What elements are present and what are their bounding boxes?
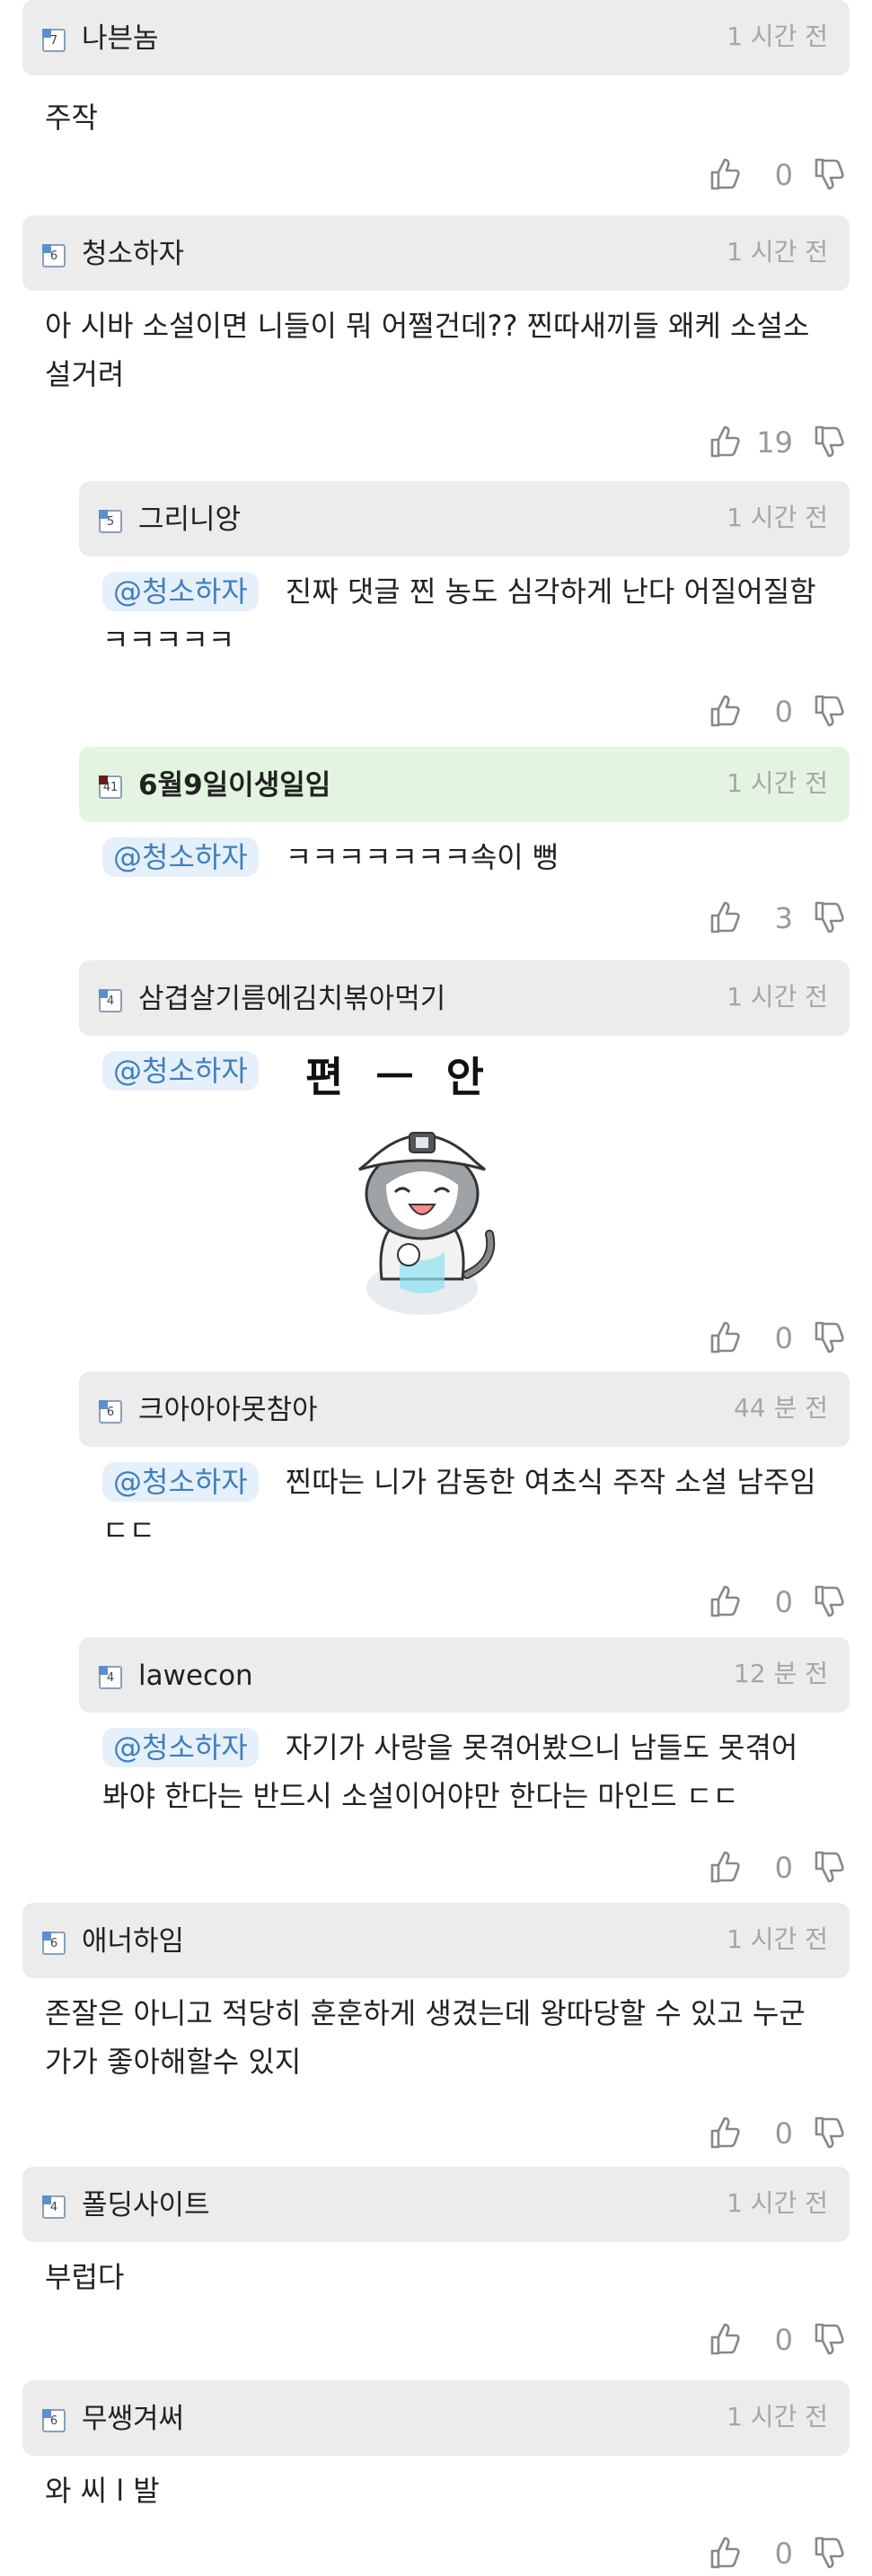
comment-text: 아 시바 소설이면 니들이 뭐 어쩔건데?? 찐따새끼들 왜케 소설소 설거려: [45, 309, 810, 391]
comment-header: 6 무쌩겨써 1 시간 전: [22, 2380, 850, 2456]
comment-header-highlighted: 41 6월9일이생일임 1 시간 전: [79, 747, 850, 822]
vote-bar: 0: [701, 1849, 845, 1887]
like-count: 0: [774, 2537, 793, 2571]
vote-bar: 0: [701, 1583, 845, 1621]
level-badge-icon: 7: [42, 29, 66, 52]
like-count: 0: [774, 1585, 793, 1619]
like-count: 0: [774, 2116, 793, 2151]
timestamp: 12 분 전: [734, 1659, 828, 1688]
nickname[interactable]: 삼겹살기름에김치볶아먹기: [138, 980, 445, 1018]
vote-bar: 19: [701, 424, 845, 461]
comment-text: @청소하자 진짜 댓글 찐 농도 심각하게 난다 어질어질함 ㅋㅋㅋㅋㅋ: [102, 567, 857, 664]
thumbs-down-icon[interactable]: [813, 693, 845, 729]
level-badge-icon: 6: [42, 1932, 66, 1955]
comment-header: 4 폴딩사이트 1 시간 전: [22, 2167, 850, 2242]
thumbs-down-icon[interactable]: [813, 156, 845, 192]
comment-text: 주작: [45, 101, 98, 135]
level-badge-icon: 4: [99, 989, 122, 1012]
timestamp: 1 시간 전: [727, 22, 828, 51]
thumbs-up-icon[interactable]: [709, 156, 741, 192]
timestamp: 1 시간 전: [727, 1924, 828, 1954]
like-count: 0: [774, 2323, 793, 2357]
level-badge-icon: 5: [99, 510, 122, 533]
vote-bar: 0: [701, 1319, 845, 1357]
comment-text: @청소하자 ㅋㅋㅋㅋㅋㅋㅋ속이 뻥: [102, 833, 857, 881]
thumbs-down-icon[interactable]: [813, 2321, 845, 2357]
nickname[interactable]: 폴딩사이트: [82, 2186, 210, 2224]
nickname[interactable]: lawecon: [138, 1657, 253, 1695]
comment-text: @청소하자: [102, 1047, 286, 1095]
vote-bar: 0: [701, 693, 845, 731]
thumbs-up-icon[interactable]: [709, 1849, 741, 1885]
comment-text: @청소하자 찐따는 니가 감동한 여초식 주작 소설 남주임 ㄷㄷ: [102, 1458, 857, 1555]
mention-tag[interactable]: @청소하자: [102, 1728, 259, 1767]
thumbs-up-icon[interactable]: [709, 2115, 741, 2151]
mention-tag[interactable]: @청소하자: [102, 1051, 259, 1091]
thumbs-down-icon[interactable]: [813, 424, 845, 460]
thumbs-up-icon[interactable]: [709, 899, 741, 935]
cat-sticker: [358, 1132, 496, 1315]
level-badge-icon: 4: [42, 2195, 66, 2219]
comment-header: 4 lawecon 12 분 전: [79, 1637, 850, 1713]
thumbs-up-icon[interactable]: [709, 424, 741, 460]
like-count: 3: [774, 901, 793, 935]
thumbs-up-icon[interactable]: [709, 2535, 741, 2571]
vote-bar: 3: [701, 899, 845, 937]
level-badge-icon: 6: [42, 2409, 66, 2432]
thumbs-up-icon[interactable]: [709, 2321, 741, 2357]
thumbs-down-icon[interactable]: [813, 1583, 845, 1619]
thumbs-down-icon[interactable]: [813, 2115, 845, 2151]
comment-text: @청소하자 자기가 사랑을 못겪어봤으니 남들도 못겪어 봐야 한다는 반드시 소…: [102, 1723, 866, 1820]
like-count: 0: [774, 1851, 793, 1885]
mention-tag[interactable]: @청소하자: [102, 572, 259, 611]
level-badge-icon: 4: [99, 1666, 122, 1689]
vote-bar: 0: [701, 2535, 845, 2572]
thumbs-up-icon[interactable]: [709, 1319, 741, 1355]
nickname[interactable]: 애너하임: [82, 1923, 184, 1960]
like-count: 0: [774, 695, 793, 729]
mention-tag[interactable]: @청소하자: [102, 1462, 259, 1502]
comment-header: 5 그리니앙 1 시간 전: [79, 481, 850, 556]
thumbs-up-icon[interactable]: [709, 1583, 741, 1619]
mention-tag[interactable]: @청소하자: [102, 837, 259, 877]
vote-bar: 0: [701, 156, 845, 194]
comment-text: 부럽다: [45, 2260, 125, 2294]
timestamp: 44 분 전: [734, 1393, 828, 1423]
comment-header: 6 청소하자 1 시간 전: [22, 215, 850, 291]
vote-bar: 0: [701, 2321, 845, 2359]
thumbs-down-icon[interactable]: [813, 1319, 845, 1355]
timestamp: 1 시간 전: [727, 768, 828, 798]
comment-header: 7 나븐놈 1 시간 전: [22, 0, 850, 75]
nickname[interactable]: 청소하자: [82, 235, 184, 273]
timestamp: 1 시간 전: [727, 2402, 828, 2431]
like-count: 0: [774, 158, 793, 192]
timestamp: 1 시간 전: [727, 982, 828, 1012]
nickname[interactable]: 나븐놈: [82, 20, 159, 57]
nickname[interactable]: 무쌩겨써: [82, 2400, 184, 2438]
thumbs-up-icon[interactable]: [709, 693, 741, 729]
nickname[interactable]: 6월9일이생일임: [138, 767, 330, 804]
like-count: 0: [774, 1321, 793, 1355]
comment-text: 존잘은 아니고 적당히 훈훈하게 생겼는데 왕따당할 수 있고 누군 가가 좋아…: [45, 1996, 806, 2079]
thumbs-down-icon[interactable]: [813, 1849, 845, 1885]
level-badge-icon: 6: [99, 1400, 122, 1424]
comment-text: 와 씨 l 발: [45, 2474, 160, 2508]
thumbs-down-icon[interactable]: [813, 2535, 845, 2571]
vote-bar: 0: [701, 2115, 845, 2152]
timestamp: 1 시간 전: [727, 503, 828, 532]
level-badge-icon: 41: [99, 775, 122, 799]
comment-header: 6 애너하임 1 시간 전: [22, 1903, 850, 1978]
timestamp: 1 시간 전: [727, 237, 828, 267]
comment-header: 4 삼겹살기름에김치볶아먹기 1 시간 전: [79, 960, 850, 1036]
like-count: 19: [756, 425, 793, 460]
timestamp: 1 시간 전: [727, 2188, 828, 2218]
thumbs-down-icon[interactable]: [813, 899, 845, 935]
nickname[interactable]: 그리니앙: [138, 501, 241, 539]
nickname[interactable]: 크아아아못참아: [138, 1391, 318, 1429]
level-badge-icon: 6: [42, 244, 66, 267]
comment-header: 6 크아아아못참아 44 분 전: [79, 1371, 850, 1447]
